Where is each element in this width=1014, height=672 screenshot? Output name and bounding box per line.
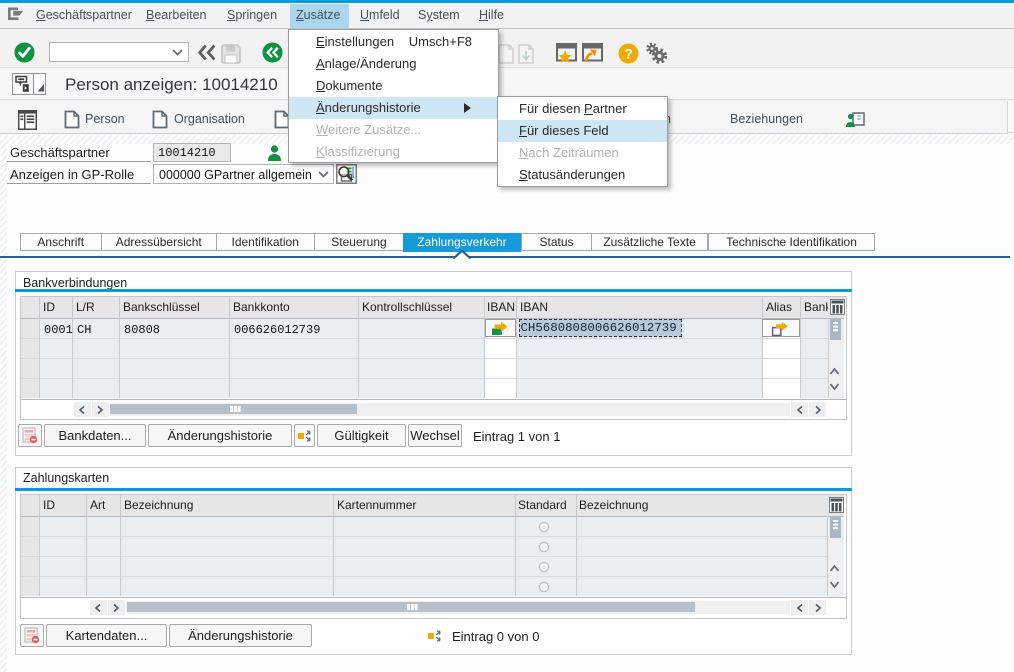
svg-text:?: ? [624, 46, 633, 62]
